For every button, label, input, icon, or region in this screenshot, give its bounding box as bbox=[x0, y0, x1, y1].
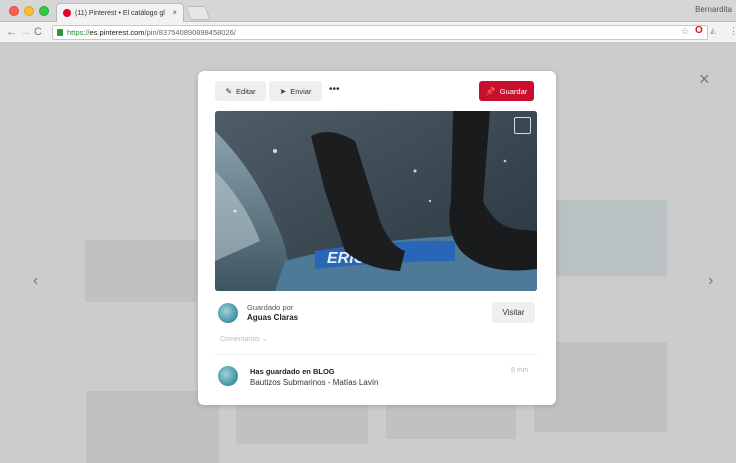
back-icon[interactable]: ← bbox=[6, 25, 17, 39]
close-icon[interactable]: × bbox=[699, 70, 710, 88]
send-label: Enviar bbox=[290, 86, 312, 96]
board-name[interactable]: BLOG bbox=[313, 367, 335, 376]
profile-name[interactable]: Bernardita bbox=[695, 5, 732, 14]
lock-icon bbox=[57, 29, 63, 36]
address-bar[interactable]: https://es.pinterest.com/pin/83754089089… bbox=[52, 25, 708, 40]
pin-title: Bautizos Submarinos - Matías Lavín bbox=[250, 378, 379, 387]
opera-icon[interactable]: O bbox=[695, 25, 703, 36]
board-avatar[interactable] bbox=[218, 366, 238, 386]
divider bbox=[215, 354, 537, 355]
extension-icon[interactable]: ◭ bbox=[710, 26, 716, 35]
save-button[interactable]: 📌 Guardar bbox=[479, 81, 534, 101]
tab-close-icon[interactable]: × bbox=[172, 8, 177, 17]
saved-time: 8 min bbox=[511, 367, 529, 374]
browser-titlebar: (11) Pinterest • El catálogo gl × Bernar… bbox=[0, 0, 736, 22]
url-host: es.pinterest.com bbox=[89, 28, 145, 37]
browser-toolbar: ← → C https://es.pinterest.com/pin/83754… bbox=[0, 22, 736, 43]
url-scheme: https:// bbox=[67, 28, 90, 37]
pinterest-favicon-icon bbox=[63, 9, 71, 17]
menu-icon[interactable]: ⋮ bbox=[729, 26, 736, 37]
forward-icon[interactable]: → bbox=[20, 25, 31, 39]
more-options-icon[interactable]: ••• bbox=[329, 84, 340, 95]
browser-tab[interactable]: (11) Pinterest • El catálogo gl × bbox=[56, 3, 184, 22]
pin-photo-illustration: ERIC O bbox=[215, 111, 537, 291]
pin-modal: ✎ Editar ➤ Enviar ••• 📌 Guardar ERIC O G… bbox=[198, 71, 556, 405]
new-tab-button[interactable] bbox=[185, 6, 211, 20]
pin-icon: 📌 bbox=[485, 86, 496, 96]
close-window-button[interactable] bbox=[9, 6, 19, 16]
saved-by-name[interactable]: Aguas Claras bbox=[247, 313, 298, 322]
saved-by-avatar[interactable] bbox=[218, 303, 238, 323]
comments-toggle[interactable]: Comentarios ⌄ bbox=[220, 335, 268, 343]
maximize-window-button[interactable] bbox=[39, 6, 49, 16]
save-label: Guardar bbox=[499, 86, 528, 96]
edit-button[interactable]: ✎ Editar bbox=[215, 81, 266, 101]
pin-image[interactable]: ERIC O bbox=[215, 111, 537, 291]
saved-by-label: Guardado por bbox=[247, 303, 294, 312]
url-path: /pin/837540890898458026/ bbox=[144, 28, 236, 37]
pencil-icon: ✎ bbox=[225, 86, 233, 96]
zoom-icon[interactable] bbox=[514, 117, 531, 134]
visit-button[interactable]: Visitar bbox=[492, 302, 535, 323]
edit-label: Editar bbox=[236, 86, 256, 96]
minimize-window-button[interactable] bbox=[24, 6, 34, 16]
send-arrow-icon: ➤ bbox=[279, 86, 287, 96]
star-icon[interactable]: ☆ bbox=[681, 26, 689, 37]
reload-icon[interactable]: C bbox=[34, 25, 42, 39]
saved-to-board-text: Has guardado en BLOG bbox=[250, 367, 335, 376]
send-button[interactable]: ➤ Enviar bbox=[269, 81, 322, 101]
saved-to-prefix: Has guardado en bbox=[250, 367, 311, 376]
next-pin-arrow-icon[interactable]: › bbox=[708, 272, 713, 290]
tab-title: (11) Pinterest • El catálogo gl bbox=[75, 9, 165, 17]
previous-pin-arrow-icon[interactable]: ‹ bbox=[33, 272, 38, 290]
